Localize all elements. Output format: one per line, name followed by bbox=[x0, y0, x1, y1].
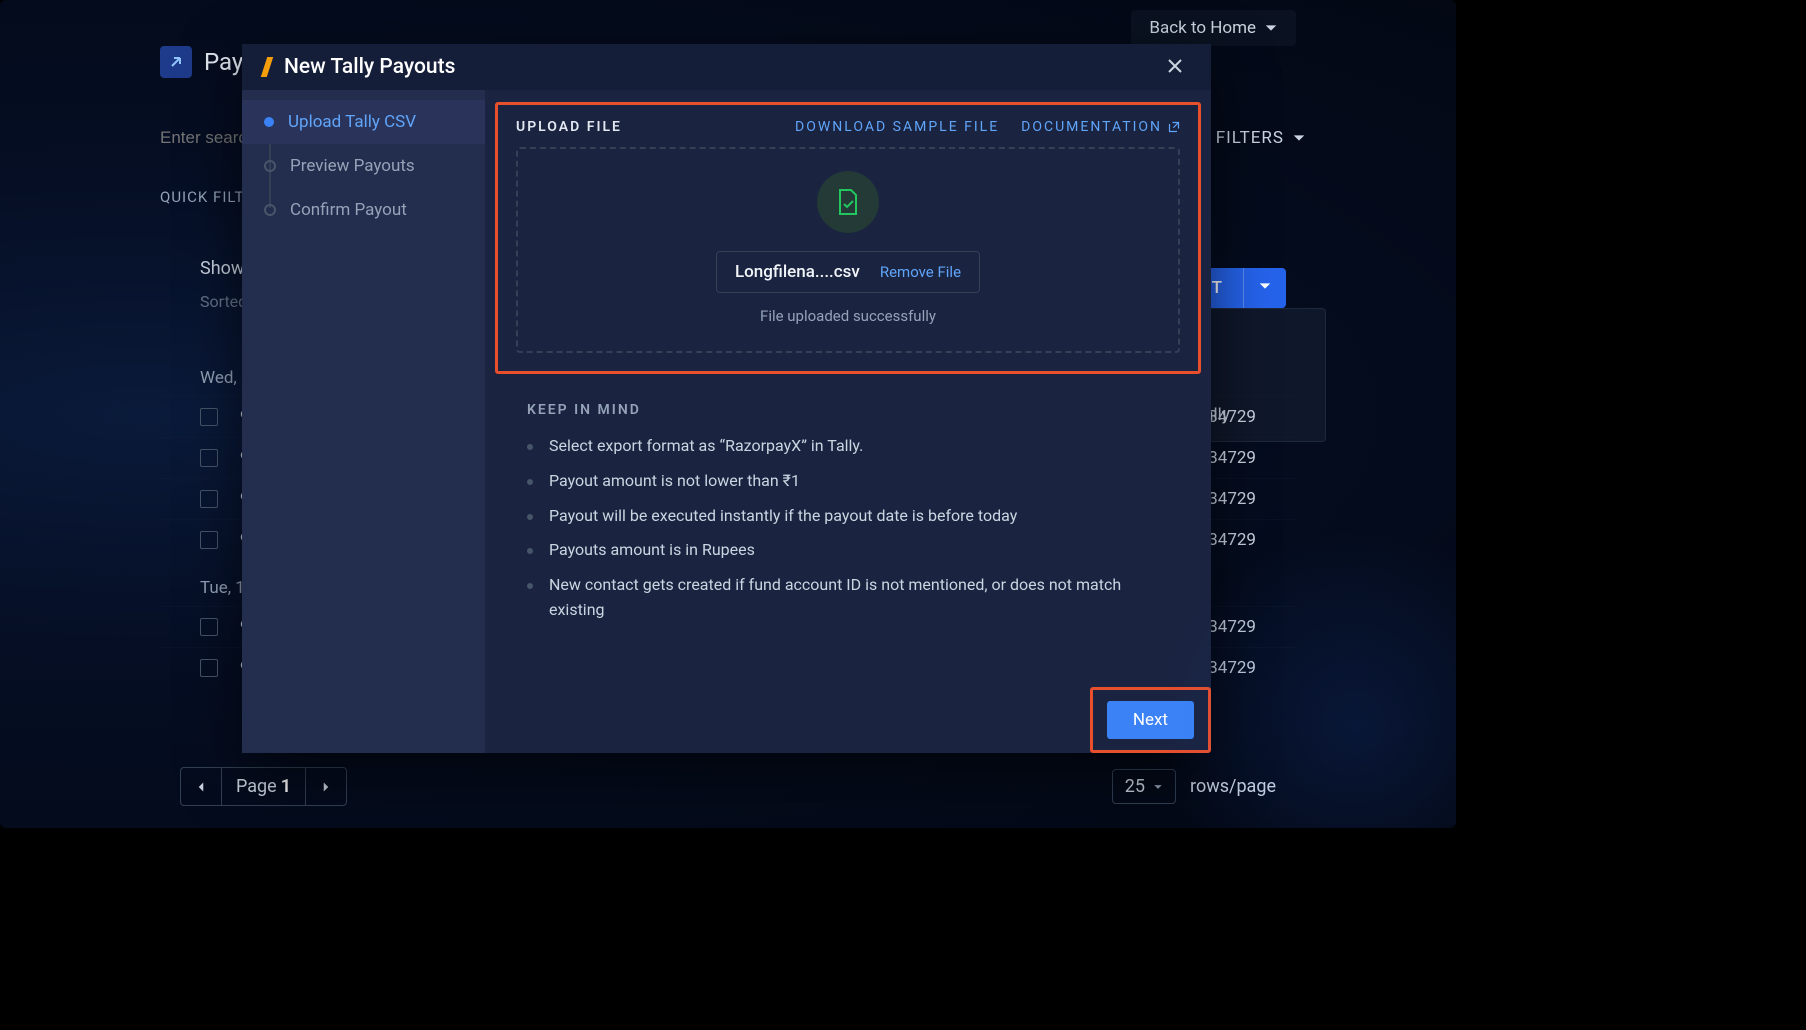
kim-item: Select export format as “RazorpayX” in T… bbox=[527, 434, 1169, 459]
next-button[interactable]: Next bbox=[1107, 701, 1194, 739]
kim-item: Payouts amount is in Rupees bbox=[527, 538, 1169, 563]
pager-next[interactable] bbox=[306, 768, 346, 805]
arrow-up-right-icon bbox=[168, 54, 184, 70]
chevron-down-icon bbox=[1292, 131, 1306, 145]
pager-page: Page 1 bbox=[222, 768, 306, 805]
chevron-right-icon bbox=[320, 781, 332, 793]
upload-panel-top: UPLOAD FILE DOWNLOAD SAMPLE FILE DOCUMEN… bbox=[516, 119, 1180, 135]
rows-per-page-value: 25 bbox=[1125, 776, 1145, 797]
upload-dropzone[interactable]: Longfilena....csv Remove File File uploa… bbox=[516, 147, 1180, 353]
modal-main: UPLOAD FILE DOWNLOAD SAMPLE FILE DOCUMEN… bbox=[485, 90, 1211, 753]
next-button-highlight: Next bbox=[1090, 687, 1211, 753]
back-to-home-label: Back to Home bbox=[1149, 18, 1256, 38]
upload-links: DOWNLOAD SAMPLE FILE DOCUMENTATION bbox=[795, 119, 1180, 135]
download-sample-link[interactable]: DOWNLOAD SAMPLE FILE bbox=[795, 119, 999, 135]
rows-per-page: 25 rows/page bbox=[1112, 769, 1276, 804]
file-check-icon bbox=[836, 188, 860, 216]
row-checkbox[interactable] bbox=[200, 531, 218, 549]
brand-slash-icon bbox=[261, 57, 273, 77]
modal-header: New Tally Payouts bbox=[242, 44, 1211, 90]
pager-prev[interactable] bbox=[181, 768, 222, 805]
step-dot-icon bbox=[264, 204, 276, 216]
step-label: Confirm Payout bbox=[290, 200, 407, 220]
uploaded-filename: Longfilena....csv bbox=[735, 262, 860, 282]
caret-down-icon bbox=[1153, 782, 1163, 792]
rows-per-page-select[interactable]: 25 bbox=[1112, 769, 1176, 804]
keep-in-mind-list: Select export format as “RazorpayX” in T… bbox=[527, 434, 1169, 623]
pager-page-label: Page bbox=[236, 776, 277, 797]
kim-item: Payout will be executed instantly if the… bbox=[527, 504, 1169, 529]
topbar: Back to Home bbox=[1131, 10, 1296, 46]
payout-button-caret[interactable] bbox=[1243, 268, 1286, 308]
step-label: Preview Payouts bbox=[290, 156, 415, 176]
new-tally-payouts-modal: New Tally Payouts Upload Tally CSV Previ… bbox=[242, 44, 1211, 753]
kim-item: New contact gets created if fund account… bbox=[527, 573, 1169, 623]
results-showing: Show bbox=[200, 258, 244, 279]
step-dot-icon bbox=[264, 117, 274, 127]
modal-close-button[interactable] bbox=[1161, 51, 1189, 84]
kim-item: Payout amount is not lower than ₹1 bbox=[527, 469, 1169, 494]
pager-segment: Page 1 bbox=[180, 767, 347, 806]
rows-per-page-label: rows/page bbox=[1190, 776, 1276, 797]
upload-success-message: File uploaded successfully bbox=[760, 307, 936, 325]
external-link-icon bbox=[1168, 121, 1180, 133]
row-checkbox[interactable] bbox=[200, 490, 218, 508]
chevron-down-icon bbox=[1264, 21, 1278, 35]
modal-body: Upload Tally CSV Preview Payouts Confirm… bbox=[242, 90, 1211, 753]
keep-in-mind: KEEP IN MIND Select export format as “Ra… bbox=[485, 374, 1211, 623]
keep-in-mind-title: KEEP IN MIND bbox=[527, 402, 1169, 418]
filters-label: FILTERS bbox=[1216, 128, 1284, 148]
modal-title: New Tally Payouts bbox=[284, 55, 455, 79]
pager-page-num: 1 bbox=[281, 776, 291, 797]
step-upload-csv[interactable]: Upload Tally CSV bbox=[242, 100, 485, 144]
remove-file-button[interactable]: Remove File bbox=[880, 263, 961, 281]
results-sorted: Sorted bbox=[200, 292, 247, 311]
pager: Page 1 25 rows/page bbox=[180, 767, 1276, 806]
row-checkbox[interactable] bbox=[200, 659, 218, 677]
uploaded-file-pill: Longfilena....csv Remove File bbox=[716, 251, 980, 293]
back-to-home-button[interactable]: Back to Home bbox=[1131, 10, 1296, 46]
step-preview-payouts[interactable]: Preview Payouts bbox=[242, 144, 485, 188]
upload-title: UPLOAD FILE bbox=[516, 119, 622, 135]
upload-panel: UPLOAD FILE DOWNLOAD SAMPLE FILE DOCUMEN… bbox=[495, 102, 1201, 374]
step-confirm-payout[interactable]: Confirm Payout bbox=[242, 188, 485, 232]
row-checkbox[interactable] bbox=[200, 618, 218, 636]
close-icon bbox=[1167, 58, 1183, 74]
documentation-link[interactable]: DOCUMENTATION bbox=[1021, 119, 1180, 135]
chevron-down-icon bbox=[1258, 279, 1272, 293]
row-checkbox[interactable] bbox=[200, 408, 218, 426]
documentation-label: DOCUMENTATION bbox=[1021, 119, 1162, 135]
step-label: Upload Tally CSV bbox=[288, 112, 416, 132]
filters-button[interactable]: FILTERS bbox=[1216, 128, 1306, 148]
row-checkbox[interactable] bbox=[200, 449, 218, 467]
app-root: Back to Home Payouts Bulk Payouts FILTER… bbox=[0, 0, 1456, 828]
modal-steps-sidebar: Upload Tally CSV Preview Payouts Confirm… bbox=[242, 90, 485, 753]
file-success-icon bbox=[817, 171, 879, 233]
step-dot-icon bbox=[264, 160, 276, 172]
chevron-left-icon bbox=[195, 781, 207, 793]
tab-payouts-icon bbox=[160, 46, 192, 78]
